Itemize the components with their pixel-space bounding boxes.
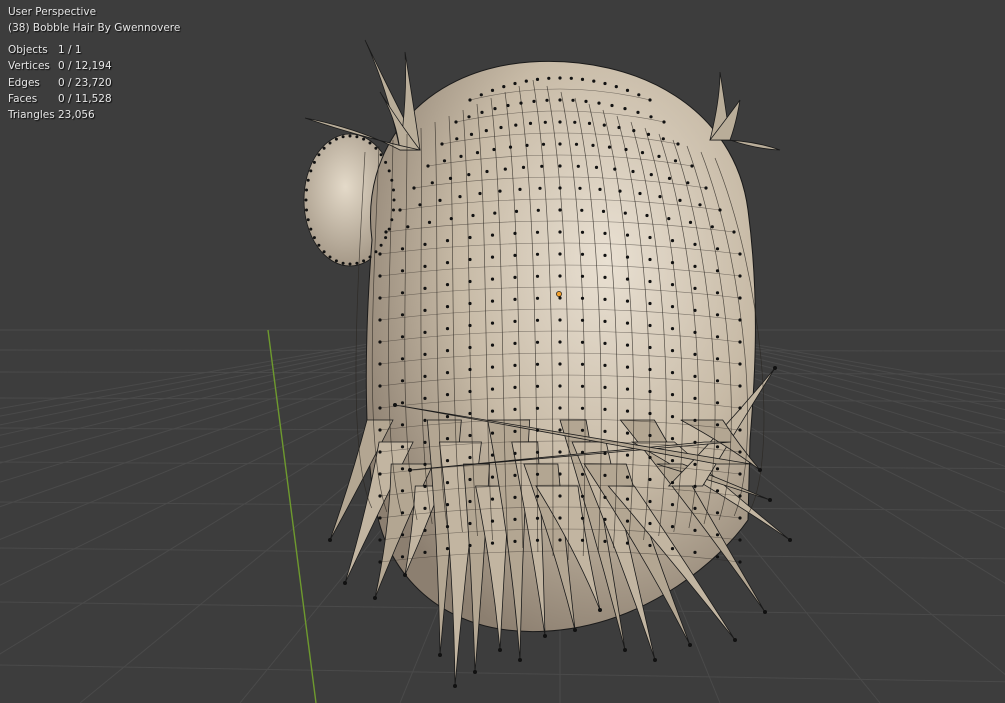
viewport-info-overlay: User Perspective (38) Bobble Hair By Gwe… bbox=[8, 4, 180, 123]
stat-row-edges: Edges 0 / 23,720 bbox=[8, 76, 112, 89]
view-perspective-label: User Perspective bbox=[8, 6, 97, 18]
y-axis-line bbox=[267, 329, 317, 703]
stat-row-objects: Objects 1 / 1 bbox=[8, 44, 82, 56]
origin-dot-icon bbox=[556, 291, 562, 297]
scene-statistics: Objects 1 / 1 Vertices 0 / 12,194 Edges 0 /… bbox=[8, 42, 112, 123]
hair-mesh[interactable] bbox=[303, 39, 792, 688]
stat-row-vertices: Vertices 0 / 12,194 bbox=[8, 60, 112, 73]
active-object-label: (38) Bobble Hair By Gwennovere bbox=[8, 22, 181, 34]
stat-row-triangles: Triangles 23,056 bbox=[8, 109, 95, 122]
stat-row-faces: Faces 0 / 11,528 bbox=[8, 92, 112, 105]
3d-viewport[interactable]: User Perspective (38) Bobble Hair By Gwe… bbox=[0, 0, 1005, 703]
